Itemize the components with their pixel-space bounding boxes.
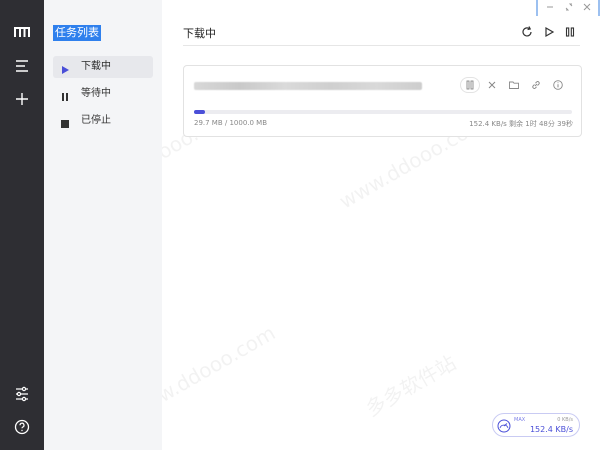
task-name-blurred bbox=[194, 82, 422, 90]
app-rail bbox=[0, 0, 44, 450]
speed-max-label: MAX bbox=[514, 417, 526, 423]
minimize-icon[interactable] bbox=[546, 3, 554, 11]
sidebar-item-stopped[interactable]: 已停止 bbox=[53, 110, 153, 132]
task-item[interactable]: 29.7 MB / 1000.0 MB 152.4 KB/s 剩余 1时 48分… bbox=[183, 65, 582, 137]
pause-icon bbox=[60, 89, 70, 101]
speedometer-icon bbox=[497, 418, 511, 433]
upload-speed: 0 KB/s bbox=[557, 417, 573, 423]
sidebar-item-downloading[interactable]: 下载中 bbox=[53, 56, 153, 78]
sidebar-item-waiting[interactable]: 等待中 bbox=[53, 83, 153, 105]
add-icon[interactable] bbox=[12, 89, 32, 109]
menu-icon[interactable] bbox=[12, 56, 32, 76]
task-size: 29.7 MB / 1000.0 MB bbox=[194, 119, 268, 127]
sidebar-item-label: 下载中 bbox=[81, 61, 111, 72]
close-window-icon[interactable] bbox=[583, 3, 591, 11]
task-speed-eta: 152.4 KB/s 剩余 1时 48分 39秒 bbox=[469, 120, 573, 128]
download-speed: 152.4 KB/s bbox=[529, 425, 573, 434]
sidebar-item-label: 已停止 bbox=[81, 115, 111, 126]
settings-sliders-icon[interactable] bbox=[12, 384, 32, 404]
header-divider bbox=[183, 45, 580, 46]
main-panel: 下载中 29.7 MB / 1000.0 MB 152.4 KB/s 剩余 1时… bbox=[162, 0, 600, 450]
progress-fill bbox=[194, 110, 206, 114]
progress-bar bbox=[194, 110, 572, 114]
maximize-icon[interactable] bbox=[565, 3, 573, 11]
folder-icon[interactable] bbox=[506, 77, 522, 93]
window-controls bbox=[536, 0, 600, 16]
page-title: 下载中 bbox=[183, 27, 216, 40]
sidebar-title: 任务列表 bbox=[53, 25, 101, 41]
pause-all-icon[interactable] bbox=[563, 25, 577, 39]
sidebar-item-label: 等待中 bbox=[81, 88, 111, 99]
refresh-icon[interactable] bbox=[520, 25, 534, 39]
pause-icon[interactable] bbox=[460, 77, 480, 93]
help-icon[interactable] bbox=[12, 417, 32, 437]
resume-all-icon[interactable] bbox=[542, 25, 556, 39]
logo-icon[interactable] bbox=[12, 22, 32, 42]
stop-icon bbox=[60, 116, 70, 128]
sidebar: 任务列表 下载中 等待中 已停止 bbox=[44, 0, 162, 450]
info-icon[interactable] bbox=[550, 77, 566, 93]
close-icon[interactable] bbox=[484, 77, 500, 93]
speed-badge[interactable]: MAX 0 KB/s 152.4 KB/s bbox=[492, 413, 580, 437]
link-icon[interactable] bbox=[528, 77, 544, 93]
play-icon bbox=[60, 62, 70, 74]
